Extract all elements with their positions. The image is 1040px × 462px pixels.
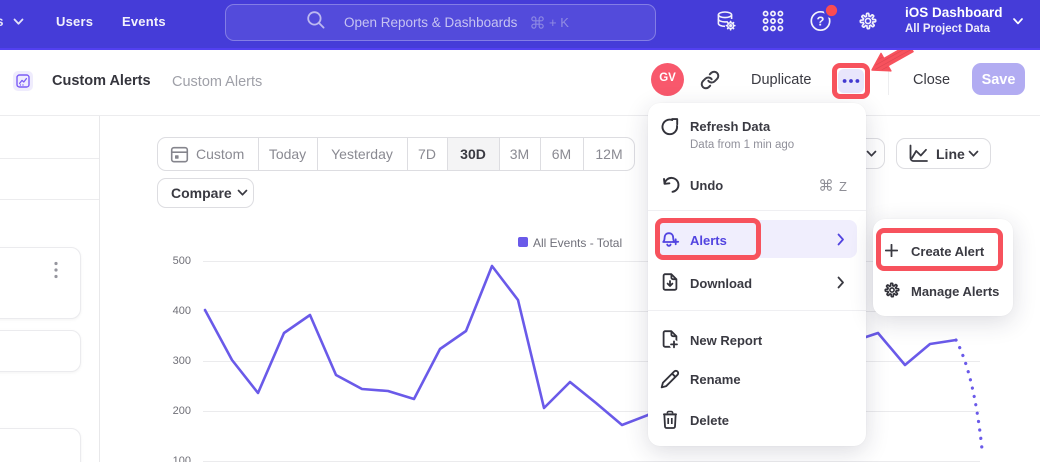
svg-text:?: ? bbox=[817, 14, 825, 29]
